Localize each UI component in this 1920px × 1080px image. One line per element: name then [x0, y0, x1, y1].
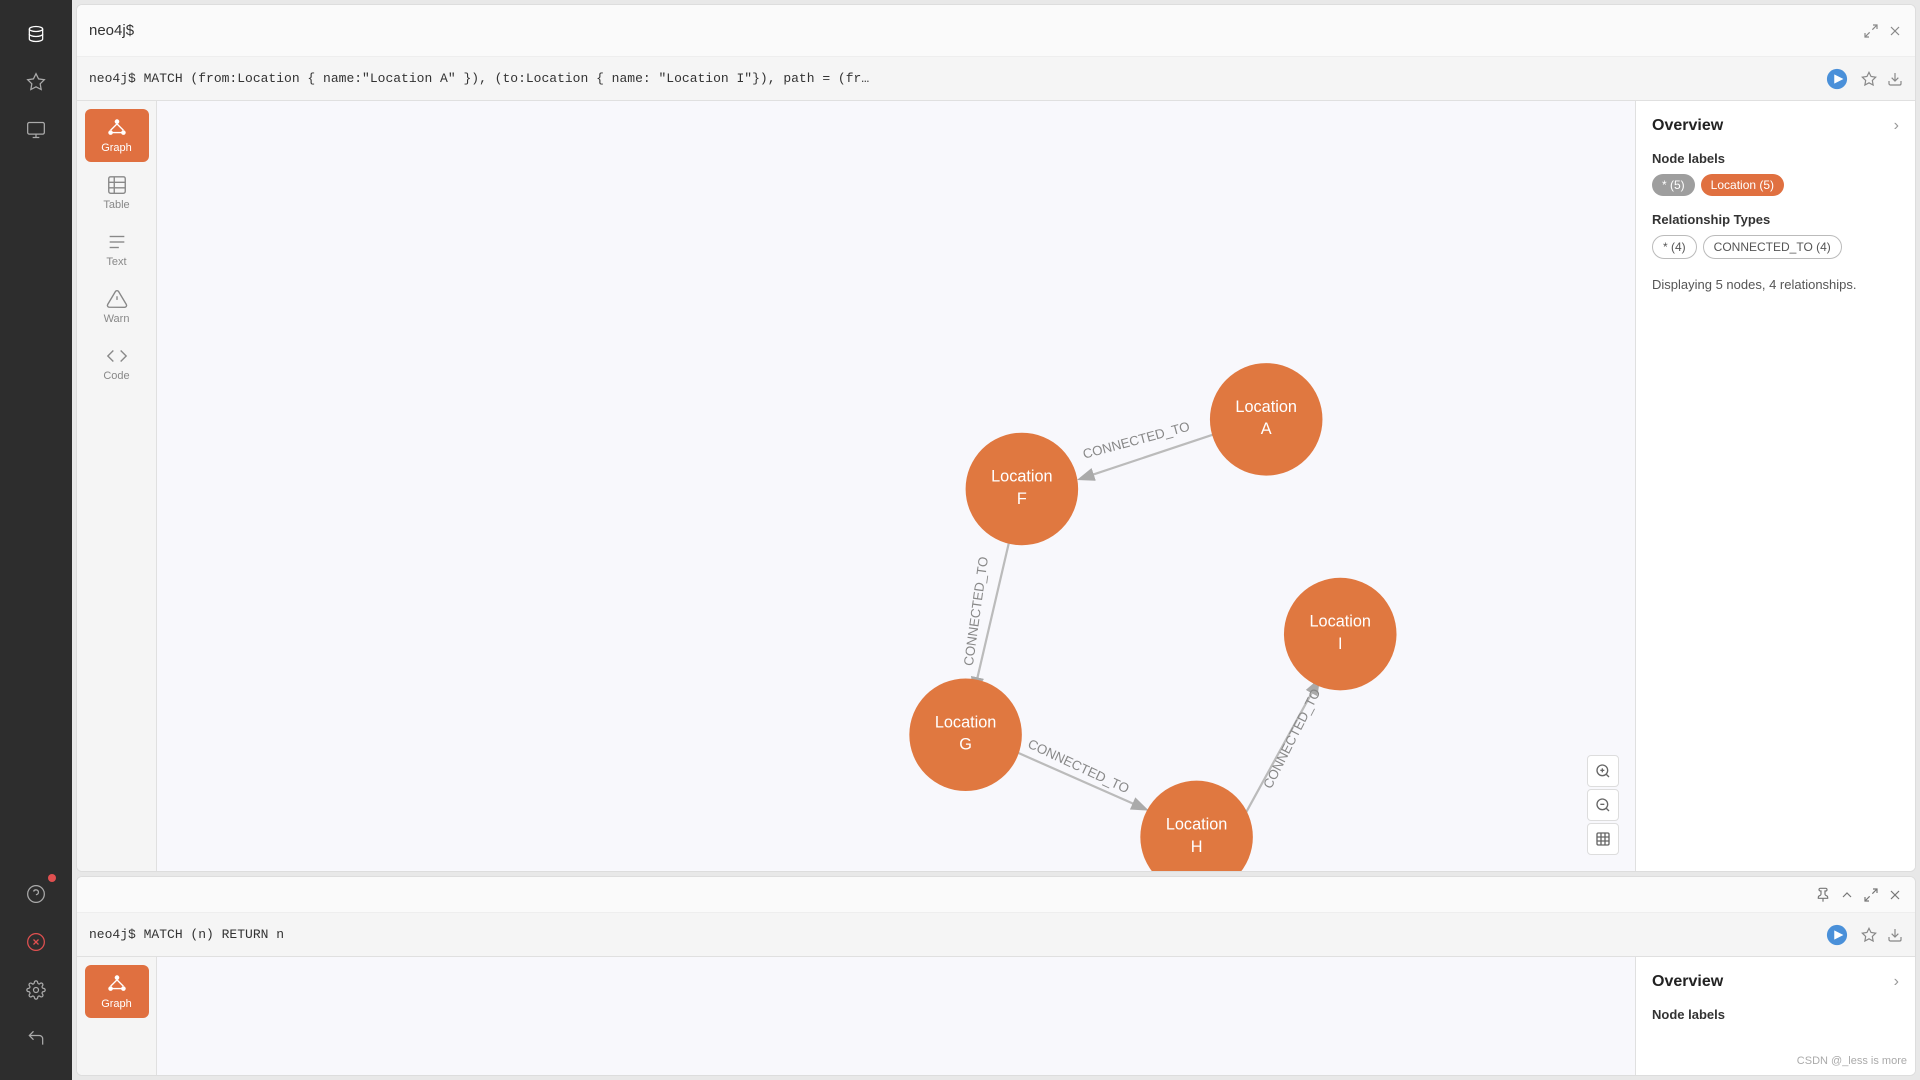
svg-text:A: A	[1261, 420, 1272, 438]
panel-2-query-actions	[1823, 921, 1903, 949]
svg-text:Location: Location	[1166, 816, 1228, 834]
panel-2-up-button[interactable]	[1839, 887, 1855, 903]
overview-2-title: Overview	[1652, 973, 1723, 991]
overview-description: Displaying 5 nodes, 4 relationships.	[1652, 275, 1899, 295]
panel-1-query-text: neo4j$ MATCH (from:Location { name:"Loca…	[89, 71, 1823, 86]
node-labels-badges: * (5) Location (5)	[1652, 174, 1899, 196]
badge-connected-to-rels[interactable]: CONNECTED_TO (4)	[1703, 235, 1842, 259]
panel-1: neo4j$ neo4j$ MATCH (from:Location { nam…	[76, 4, 1916, 872]
panel-1-body: Graph Table Text Warn	[77, 101, 1915, 871]
panel-1-title: neo4j$	[89, 22, 1863, 39]
overview-2-chevron-icon[interactable]: ›	[1894, 973, 1899, 991]
graph-controls	[1587, 755, 1619, 855]
panel-1-view-tabs: Graph Table Text Warn	[77, 101, 157, 871]
sidebar-top	[14, 12, 58, 868]
tab-table-1-label: Table	[103, 199, 129, 211]
watermark: CSDN @_less is more	[1797, 1055, 1907, 1067]
zoom-out-button[interactable]	[1587, 789, 1619, 821]
edge-label-fg: CONNECTED_TO	[961, 556, 991, 667]
svg-text:Location: Location	[991, 468, 1053, 486]
edge-label-af: CONNECTED_TO	[1081, 419, 1191, 462]
overview-chevron-icon[interactable]: ›	[1894, 117, 1899, 135]
panel-1-close-button[interactable]	[1887, 23, 1903, 39]
sidebar-icon-database[interactable]	[14, 12, 58, 56]
panel-1-header-actions	[1863, 23, 1903, 39]
rel-types-title: Relationship Types	[1652, 212, 1899, 227]
panel-1-run-button[interactable]	[1823, 65, 1851, 93]
svg-text:Location: Location	[935, 713, 997, 731]
tab-code-1[interactable]: Code	[85, 337, 149, 390]
svg-text:F: F	[1017, 490, 1027, 508]
sidebar-icon-monitor[interactable]	[14, 108, 58, 152]
edge-label-hi: CONNECTED_TO	[1260, 686, 1323, 791]
edge-label-gh: CONNECTED_TO	[1026, 736, 1132, 796]
panel-1-graph-svg: CONNECTED_TO CONNECTED_TO CONNECTED_TO C…	[157, 101, 1635, 871]
rel-types-badges: * (4) CONNECTED_TO (4)	[1652, 235, 1899, 259]
svg-text:I: I	[1338, 635, 1343, 653]
zoom-in-button[interactable]	[1587, 755, 1619, 787]
panel-1-download-button[interactable]	[1887, 71, 1903, 87]
tab-graph-1-label: Graph	[101, 142, 132, 154]
overview-2-header: Overview ›	[1652, 973, 1899, 991]
node-labels-2-title: Node labels	[1652, 1007, 1899, 1022]
overview-header: Overview ›	[1652, 117, 1899, 135]
panel-2-graph-area	[157, 957, 1635, 1075]
tab-graph-1[interactable]: Graph	[85, 109, 149, 162]
badge-all-nodes[interactable]: * (5)	[1652, 174, 1695, 196]
tab-table-1[interactable]: Table	[85, 166, 149, 219]
sidebar-icon-help-wrapper	[14, 872, 58, 916]
panel-1-query-bar: neo4j$ MATCH (from:Location { name:"Loca…	[77, 57, 1915, 101]
panel-2-run-button[interactable]	[1823, 921, 1851, 949]
tab-warn-1[interactable]: Warn	[85, 280, 149, 333]
panel-2-star-button[interactable]	[1861, 927, 1877, 943]
panel-2-expand-button[interactable]	[1863, 887, 1879, 903]
panel-2-view-tabs: Graph	[77, 957, 157, 1075]
badge-location-nodes[interactable]: Location (5)	[1701, 174, 1784, 196]
main-content: neo4j$ neo4j$ MATCH (from:Location { nam…	[72, 0, 1920, 1080]
panel-2-close-button[interactable]	[1887, 887, 1903, 903]
sidebar-icon-favorites[interactable]	[14, 60, 58, 104]
overview-title: Overview	[1652, 117, 1723, 135]
panel-1-header: neo4j$	[77, 5, 1915, 57]
panel-1-star-button[interactable]	[1861, 71, 1877, 87]
panel-2-extra-actions	[1815, 887, 1903, 903]
sidebar-icon-disconnect[interactable]	[14, 920, 58, 964]
fit-view-button[interactable]	[1587, 823, 1619, 855]
tab-graph-2-label: Graph	[101, 998, 132, 1010]
panel-2-body: Graph Overview › Node labels CSDN @_less…	[77, 957, 1915, 1075]
badge-all-rels[interactable]: * (4)	[1652, 235, 1697, 259]
tab-text-1[interactable]: Text	[85, 223, 149, 276]
panel-2-query-bar: neo4j$ MATCH (n) RETURN n	[77, 913, 1915, 957]
panel-2-query-text: neo4j$ MATCH (n) RETURN n	[89, 927, 1823, 942]
panel-2-pin-button[interactable]	[1815, 887, 1831, 903]
sidebar-icon-settings[interactable]	[14, 968, 58, 1012]
svg-text:H: H	[1191, 838, 1203, 856]
svg-text:Location: Location	[1309, 613, 1371, 631]
sidebar-icon-back[interactable]	[14, 1016, 58, 1060]
sidebar-bottom	[14, 872, 58, 1068]
tab-code-1-label: Code	[103, 370, 129, 382]
sidebar	[0, 0, 72, 1080]
svg-text:Location: Location	[1235, 398, 1297, 416]
tab-warn-1-label: Warn	[104, 313, 130, 325]
panel-2-extra-header	[77, 877, 1915, 913]
panel-1-overview: Overview › Node labels * (5) Location (5…	[1635, 101, 1915, 871]
panel-2: neo4j$ MATCH (n) RETURN n	[76, 876, 1916, 1076]
panel-1-graph-area: CONNECTED_TO CONNECTED_TO CONNECTED_TO C…	[157, 101, 1635, 871]
tab-text-1-label: Text	[106, 256, 126, 268]
sidebar-icon-help[interactable]	[14, 872, 58, 916]
svg-text:G: G	[959, 736, 972, 754]
panel-1-expand-button[interactable]	[1863, 23, 1879, 39]
node-labels-title: Node labels	[1652, 151, 1899, 166]
panel-2-download-button[interactable]	[1887, 927, 1903, 943]
tab-graph-2[interactable]: Graph	[85, 965, 149, 1018]
panel-1-query-actions	[1823, 65, 1903, 93]
